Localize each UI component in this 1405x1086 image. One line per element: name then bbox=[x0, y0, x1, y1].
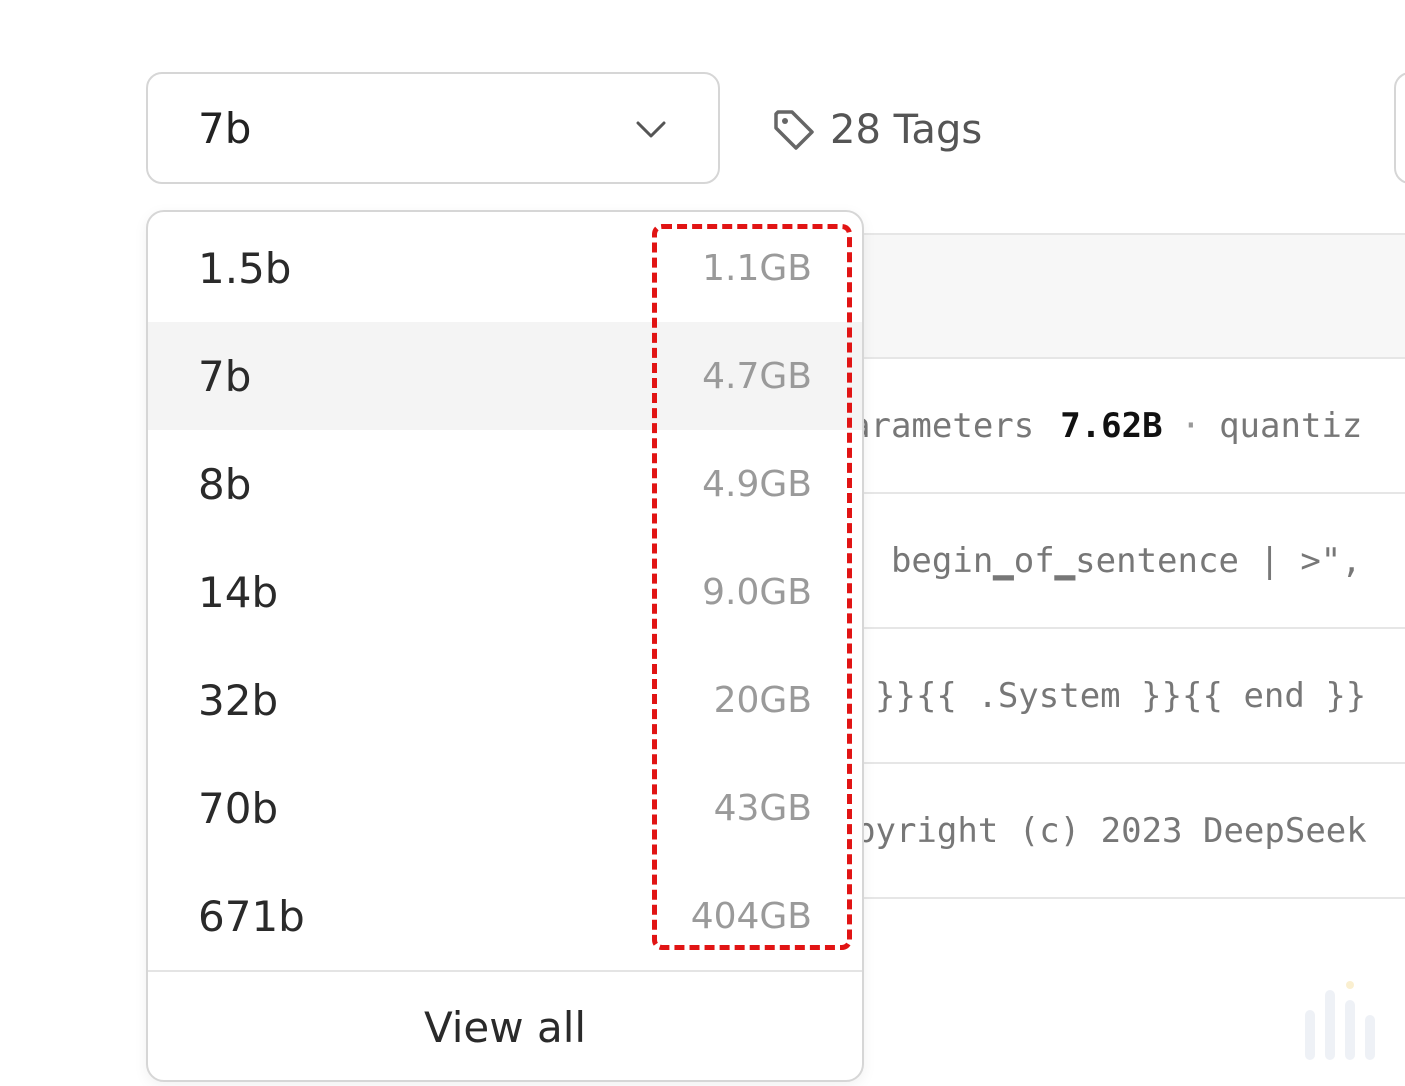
tags-count-label: 28 Tags bbox=[830, 107, 983, 153]
selected-size-label: 7b bbox=[198, 103, 252, 153]
dropdown-option-selected[interactable]: 7b 4.7GB bbox=[148, 322, 862, 430]
template-text: | begin▁of▁sentence | >", bbox=[850, 540, 1362, 581]
quantization-label: quantiz bbox=[1219, 405, 1363, 446]
faint-logo-icon bbox=[1305, 981, 1375, 1060]
dropdown-option[interactable]: 1.5b 1.1GB bbox=[148, 214, 862, 322]
option-size: 20GB bbox=[713, 679, 812, 721]
option-size: 9.0GB bbox=[702, 571, 812, 613]
params-prefix: arameters bbox=[850, 405, 1035, 446]
size-dropdown-menu: 1.5b 1.1GB 7b 4.7GB 8b 4.9GB 14b 9.0GB 3… bbox=[146, 210, 864, 1082]
view-all-button[interactable]: View all bbox=[148, 972, 862, 1080]
params-value: 7.62B bbox=[1060, 405, 1163, 446]
option-label: 671b bbox=[198, 891, 305, 941]
page: arameters 7.62B · quantiz | begin▁of▁sen… bbox=[0, 0, 1405, 1086]
option-label: 1.5b bbox=[198, 243, 292, 293]
option-size: 1.1GB bbox=[702, 247, 812, 289]
dropdown-option[interactable]: 70b 43GB bbox=[148, 754, 862, 862]
option-size: 404GB bbox=[690, 895, 812, 937]
tags-link[interactable]: 28 Tags bbox=[770, 100, 982, 160]
system-text: }}{{ .System }}{{ end }} bbox=[875, 675, 1367, 716]
option-label: 8b bbox=[198, 459, 252, 509]
option-label: 32b bbox=[198, 675, 279, 725]
tag-icon bbox=[774, 110, 814, 150]
dropdown-option[interactable]: 8b 4.9GB bbox=[148, 430, 862, 538]
license-text: pyright (c) 2023 DeepSeek bbox=[855, 810, 1367, 851]
option-size: 4.9GB bbox=[702, 463, 812, 505]
dropdown-option[interactable]: 32b 20GB bbox=[148, 646, 862, 754]
dropdown-option[interactable]: 671b 404GB bbox=[148, 862, 862, 970]
params-separator: · bbox=[1180, 405, 1202, 446]
chevron-down-icon bbox=[636, 121, 666, 138]
option-label: 14b bbox=[198, 567, 279, 617]
option-label: 7b bbox=[198, 351, 252, 401]
option-label: 70b bbox=[198, 783, 279, 833]
dropdown-option[interactable]: 14b 9.0GB bbox=[148, 538, 862, 646]
option-size: 43GB bbox=[713, 787, 812, 829]
model-size-select[interactable]: 7b bbox=[146, 72, 720, 184]
side-button[interactable] bbox=[1394, 72, 1405, 184]
option-size: 4.7GB bbox=[702, 355, 812, 397]
